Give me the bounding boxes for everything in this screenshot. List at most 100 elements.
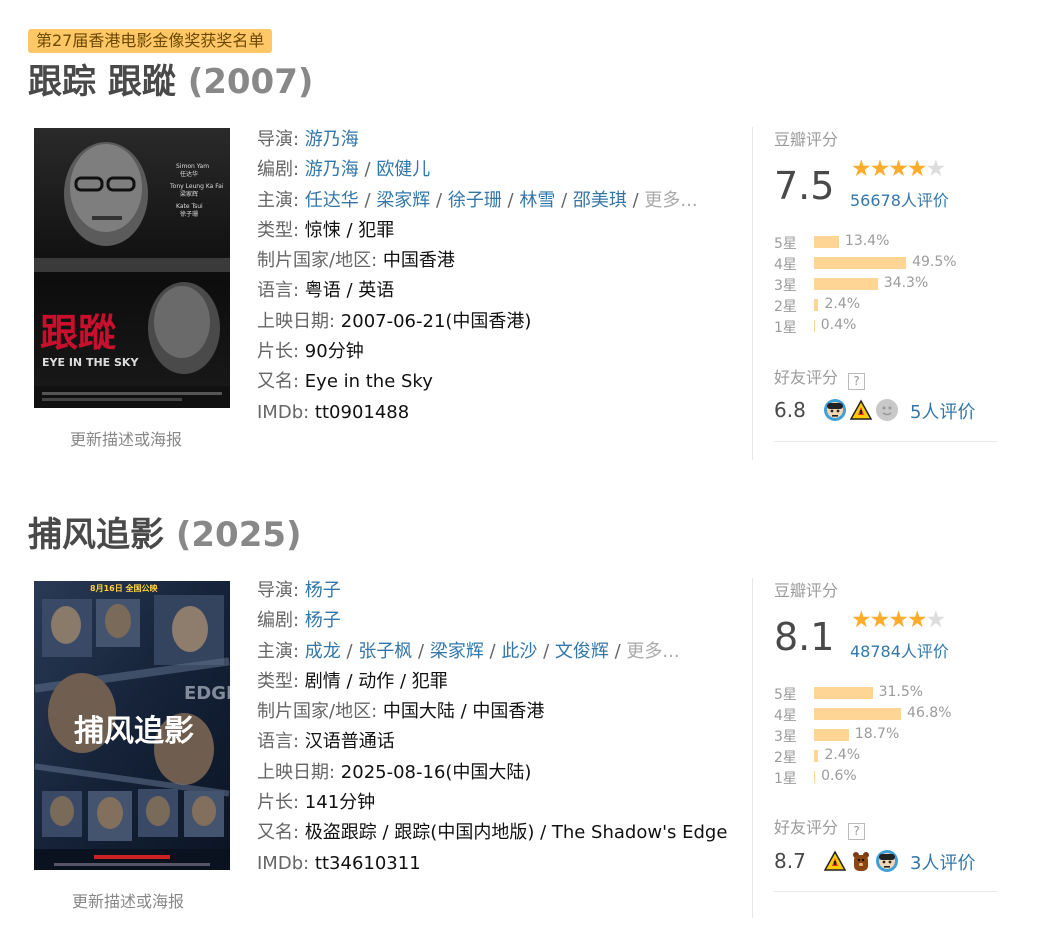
release-row: 上映日期: 2025-08-16(中国大陆) xyxy=(257,761,532,783)
movie-title-text: 跟踪 跟蹤 xyxy=(28,62,176,102)
rating-stars: ★★★★★ xyxy=(851,156,946,182)
cast-link[interactable]: 邵美琪 xyxy=(573,190,627,211)
rating-percent: 31.5% xyxy=(878,684,924,700)
cast-link[interactable]: 梁家辉 xyxy=(430,641,484,662)
cast-link[interactable]: 徐子珊 xyxy=(448,190,502,211)
rating-header: 豆瓣评分 xyxy=(774,581,839,600)
rating-percent: 18.7% xyxy=(854,726,900,742)
release-row: 上映日期: 2007-06-21(中国香港) xyxy=(257,310,532,332)
country-value: 中国大陆 / 中国香港 xyxy=(382,701,545,723)
friends-votes-link[interactable]: 3人评价 xyxy=(910,849,975,875)
friends-votes-link[interactable]: 5人评价 xyxy=(910,398,975,424)
runtime-value: 141分钟 xyxy=(304,792,376,814)
language-row: 语言: 汉语普通话 xyxy=(257,731,395,753)
update-poster-link[interactable]: 更新描述或海报 xyxy=(72,888,184,912)
writer-link[interactable]: 杨子 xyxy=(305,610,341,631)
rating-percent: 49.5% xyxy=(912,254,957,270)
gray-face-icon[interactable] xyxy=(876,399,898,421)
star-level-label: 1星 xyxy=(774,320,797,336)
rating-votes-link[interactable]: 48784人评价 xyxy=(850,638,949,662)
poster-watermark: EDGE xyxy=(184,683,230,704)
avatar-face-icon[interactable] xyxy=(876,850,898,872)
rating-distribution-row: 1星 0.6% xyxy=(774,766,994,787)
friends-rating-header: 好友评分? xyxy=(774,364,866,390)
rating-votes-link[interactable]: 56678人评价 xyxy=(850,187,949,211)
runtime-value: 90分钟 xyxy=(304,341,364,363)
movie-title: 捕风追影 (2025) xyxy=(28,515,302,555)
more-cast-link[interactable]: 更多... xyxy=(644,190,697,211)
award-badge[interactable]: 第27届香港电影金像奖获奖名单 xyxy=(28,29,273,53)
imdb-row: IMDb: tt0901488 xyxy=(257,401,410,423)
cast-link[interactable]: 梁家辉 xyxy=(376,190,430,211)
imdb-row: IMDb: tt34610311 xyxy=(257,852,421,874)
rating-bar xyxy=(814,771,816,783)
rating-bar xyxy=(814,236,839,248)
cast-link[interactable]: 此沙 xyxy=(501,641,537,662)
help-icon[interactable]: ? xyxy=(848,373,866,390)
rating-bar xyxy=(814,729,849,741)
more-cast-link[interactable]: 更多... xyxy=(626,641,679,662)
poster-banner: 8月16日 全国公映 xyxy=(90,583,158,593)
director-link[interactable]: 杨子 xyxy=(305,580,341,601)
rating-header: 豆瓣评分 xyxy=(774,130,839,149)
aka-row: 又名: 极盗跟踪 / 跟踪(中国内地版) / The Shadow's Edge xyxy=(257,822,728,844)
cast-link[interactable]: 任达华 xyxy=(305,190,359,211)
divider xyxy=(774,441,998,442)
rating-stars: ★★★★★ xyxy=(851,607,947,633)
update-poster-link[interactable]: 更新描述或海报 xyxy=(70,426,182,450)
cast-link[interactable]: 成龙 xyxy=(305,641,341,662)
movie-poster[interactable]: 8月16日 全国公映 EDGE 捕风追影 xyxy=(34,581,230,870)
star-filled-icon: ★ xyxy=(851,156,872,182)
language-row: 语言: 粤语 / 英语 xyxy=(257,280,395,302)
bear-icon[interactable] xyxy=(850,850,872,872)
star-level-label: 4星 xyxy=(774,708,797,724)
movie-year: (2007) xyxy=(187,62,314,102)
rating-percent: 2.4% xyxy=(824,296,861,312)
star-level-label: 5星 xyxy=(774,687,797,703)
country-row: 制片国家/地区: 中国香港 xyxy=(257,250,455,272)
rating-percent: 34.3% xyxy=(883,275,929,291)
rating-percent: 2.4% xyxy=(824,747,861,763)
rating-bar xyxy=(814,708,902,720)
language-value: 粤语 / 英语 xyxy=(304,280,395,302)
star-level-label: 2星 xyxy=(774,299,797,315)
rating-distribution-row: 3星 18.7% xyxy=(774,724,994,745)
poster-credit: Kate Tsui xyxy=(176,203,203,210)
star-filled-icon: ★ xyxy=(906,156,928,182)
friends-rating-header: 好友评分? xyxy=(774,814,866,840)
rating-distribution-row: 3星 34.3% xyxy=(774,273,994,294)
cast-row: 主演: 成龙 / 张子枫 / 梁家辉 / 此沙 / 文俊辉 / 更多... xyxy=(257,640,680,662)
star-filled-icon: ★ xyxy=(888,156,909,182)
rating-distribution: 5星 31.5% 4星 46.8% 3星 18.7% 2星 2.4% 1星 0.6% xyxy=(774,682,994,787)
help-icon[interactable]: ? xyxy=(848,823,866,840)
poster-credit: Tony Leung Ka Fai xyxy=(169,183,224,190)
rating-percent: 0.6% xyxy=(821,768,857,784)
genre-value: 惊悚 / 犯罪 xyxy=(304,219,395,241)
rating-score: 8.1 xyxy=(774,615,835,659)
warning-icon[interactable] xyxy=(849,399,873,421)
star-empty-icon: ★ xyxy=(925,607,947,633)
rating-percent: 46.8% xyxy=(907,705,952,721)
writer-link[interactable]: 游乃海 xyxy=(305,159,359,180)
writer-link[interactable]: 欧健儿 xyxy=(376,159,430,180)
friends-score: 6.8 xyxy=(774,398,806,422)
avatar-face-icon[interactable] xyxy=(824,399,846,421)
genre-row: 类型: 惊悚 / 犯罪 xyxy=(257,219,395,241)
genre-row: 类型: 剧情 / 动作 / 犯罪 xyxy=(257,670,448,692)
star-filled-icon: ★ xyxy=(888,607,909,633)
cast-link[interactable]: 林雪 xyxy=(519,190,555,211)
warning-icon[interactable] xyxy=(823,850,847,872)
friends-rating-row: 6.8 5人评价 xyxy=(774,396,998,424)
poster-title: 捕风追影 xyxy=(74,714,194,749)
divider xyxy=(752,127,753,460)
cast-link[interactable]: 文俊辉 xyxy=(555,641,609,662)
runtime-row: 片长: 141分钟 xyxy=(257,792,376,814)
rating-bar xyxy=(814,299,819,311)
rating-distribution-row: 2星 2.4% xyxy=(774,294,994,315)
star-level-label: 5星 xyxy=(774,236,797,252)
star-filled-icon: ★ xyxy=(851,607,872,633)
movie-year: (2025) xyxy=(175,515,302,555)
director-link[interactable]: 游乃海 xyxy=(305,129,359,150)
cast-link[interactable]: 张子枫 xyxy=(358,641,412,662)
movie-poster[interactable]: Simon Yam 任达华 Tony Leung Ka Fai 梁家辉 Kate… xyxy=(34,128,230,408)
